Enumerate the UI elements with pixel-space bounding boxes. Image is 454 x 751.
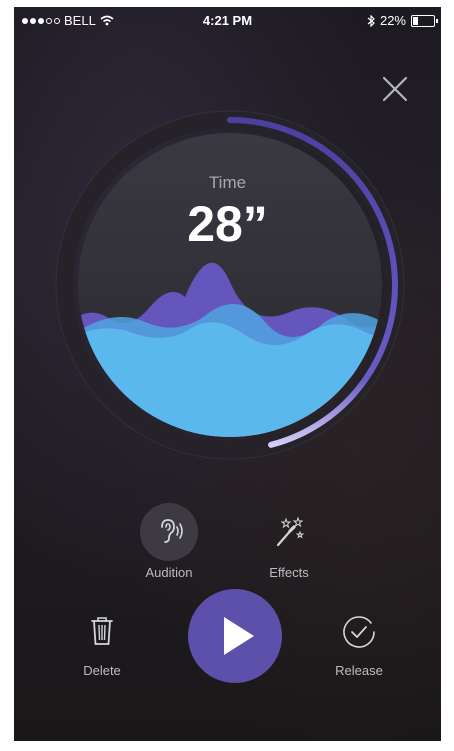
trash-icon (91, 617, 113, 645)
ear-sound-icon (161, 519, 183, 543)
magic-wand-icon (276, 516, 305, 547)
timer-dial (50, 107, 410, 467)
timer-graphic (55, 110, 405, 460)
recording-screen: BELL 4:21 PM 22% Time 28” Audition Effec… (14, 7, 441, 741)
delete-label: Delete (83, 663, 121, 678)
play-icon (224, 617, 254, 655)
battery-percent: 22% (379, 13, 406, 28)
close-icon (382, 76, 408, 102)
effects-button[interactable] (264, 507, 314, 557)
status-bar: BELL 4:21 PM 22% (14, 7, 441, 33)
play-button[interactable] (188, 589, 282, 683)
audition-button[interactable] (140, 503, 198, 561)
battery-icon (411, 14, 438, 27)
timer-label: Time (208, 173, 247, 192)
delete-button[interactable] (87, 613, 117, 649)
close-button[interactable] (380, 74, 410, 104)
bluetooth-icon (367, 14, 375, 27)
timer-value: 28” (187, 196, 268, 252)
check-circle-icon (343, 616, 375, 648)
audition-label: Audition (145, 565, 193, 580)
release-label: Release (335, 663, 383, 678)
status-right: 22% (367, 13, 438, 28)
release-button[interactable] (340, 613, 378, 651)
effects-label: Effects (269, 565, 309, 580)
